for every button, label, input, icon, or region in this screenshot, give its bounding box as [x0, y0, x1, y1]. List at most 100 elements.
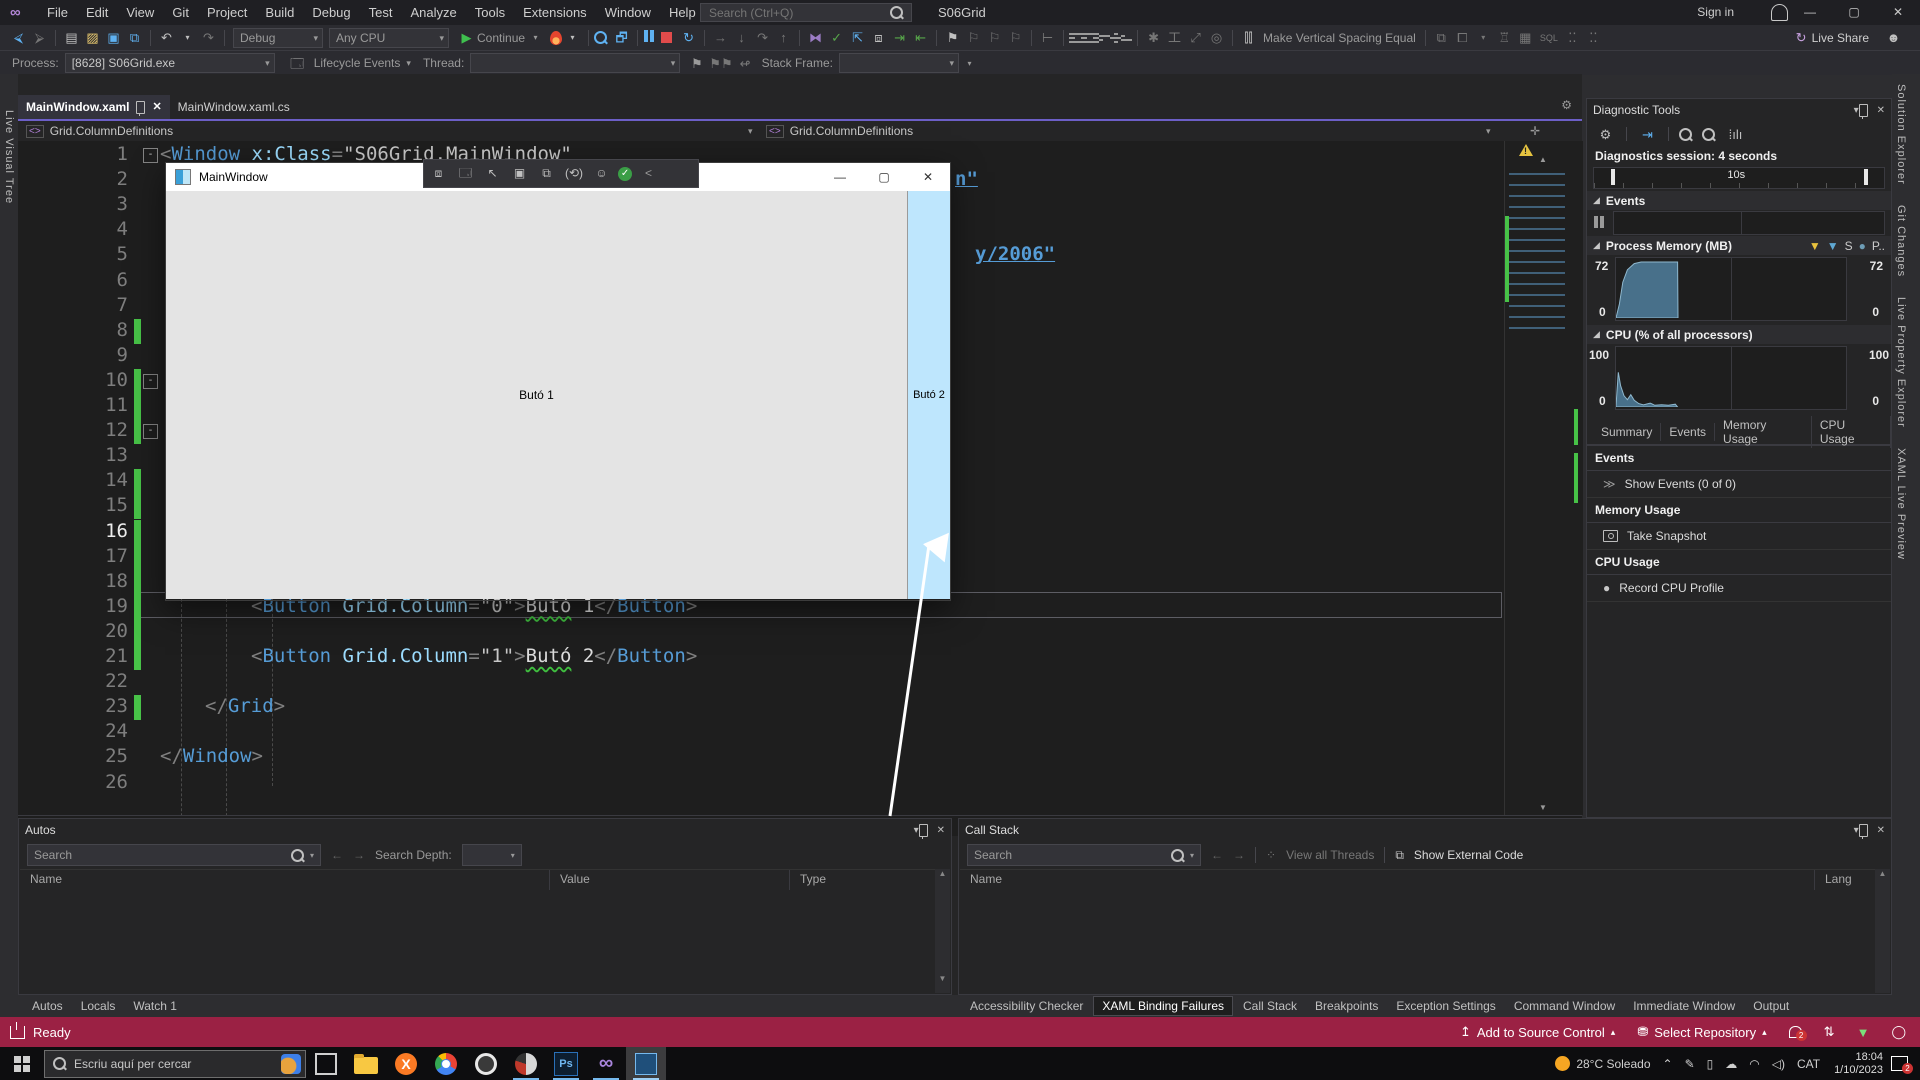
navigate-forward-icon[interactable]: ⮚ [31, 29, 48, 46]
diagnostic-tools-header[interactable]: Diagnostic Tools ▾ ✕ [1587, 99, 1891, 121]
menu-item[interactable]: Git [163, 0, 198, 25]
notifications-button[interactable]: 2 [1789, 1026, 1802, 1038]
menu-item[interactable]: Extensions [514, 0, 596, 25]
sign-in-button[interactable]: Sign in [1697, 0, 1734, 25]
hierarchy-icon[interactable]: ♖ [1496, 29, 1513, 46]
weather-text[interactable]: 28°C Soleado [1576, 1057, 1650, 1071]
search-input[interactable] [700, 3, 912, 22]
show-flagged-icon[interactable]: ⚑⚑ [709, 55, 732, 72]
zoom-out-icon[interactable] [1702, 128, 1715, 141]
menu-item[interactable]: Tools [466, 0, 514, 25]
battery-icon[interactable]: ▯ [1707, 1057, 1714, 1071]
close-button[interactable]: ✕ [1876, 0, 1920, 25]
split-editor-icon[interactable]: ✛ [1530, 124, 1540, 138]
diagnostic-tab[interactable]: Summary [1593, 423, 1661, 441]
menu-item[interactable]: Build [256, 0, 303, 25]
menu-item[interactable]: Project [198, 0, 256, 25]
undo-icon[interactable]: ↶ [158, 29, 175, 46]
breadcrumb-left-dropdown-icon[interactable]: ▾ [748, 126, 753, 137]
scroll-down-icon[interactable]: ▼ [1539, 803, 1547, 812]
right-strip-tab[interactable]: Git Changes [1892, 195, 1910, 287]
panel-close-icon[interactable]: ✕ [937, 825, 945, 836]
start-button[interactable] [14, 1056, 30, 1072]
diagnostic-tab[interactable]: CPU Usage [1812, 416, 1891, 448]
close-tab-icon[interactable]: ✕ [152, 95, 161, 119]
zoom-context-icon[interactable]: ◎ [1208, 29, 1225, 46]
go-to-live-visual-tree-icon[interactable]: ⧈ [430, 165, 447, 182]
events-section-header[interactable]: ◢Events [1587, 191, 1891, 210]
align-bottom-icon[interactable] [1121, 35, 1132, 41]
diagnostic-tab[interactable]: Memory Usage [1715, 416, 1812, 448]
flag-threads-icon[interactable]: ⚑ [688, 55, 705, 72]
chrome-icon[interactable] [426, 1047, 466, 1080]
take-snapshot-link[interactable]: Take Snapshot [1587, 523, 1891, 550]
autos-scrollbar[interactable]: ▲▼ [935, 869, 950, 993]
hot-reload-dropdown-icon[interactable]: ▾ [564, 29, 581, 46]
buto1-button[interactable]: Butó 1 [166, 191, 908, 599]
solution-config-dropdown[interactable]: Debug▾ [233, 28, 323, 48]
editor-scrollbar-map[interactable]: ▲ ▼ [1504, 141, 1583, 815]
vertical-spacing-icon[interactable]: ⫿⫿ [1240, 29, 1257, 46]
align-middle-icon[interactable] [1110, 33, 1121, 43]
stack-frame-dropdown[interactable]: ▾ [839, 53, 959, 73]
toolbar-overflow-icon[interactable]: ▾ [961, 55, 978, 72]
break-all-icon[interactable] [643, 30, 655, 45]
diagnostic-tab[interactable]: Events [1661, 423, 1715, 441]
cpu-section-header[interactable]: ◢CPU (% of all processors) [1587, 325, 1891, 344]
pin-tab-icon[interactable] [136, 101, 145, 114]
menu-item[interactable]: Help [660, 0, 705, 25]
search-depth-dropdown[interactable]: ▾ [462, 844, 522, 866]
undo-dropdown-icon[interactable]: ▾ [179, 29, 196, 46]
bottom-tab[interactable]: Locals [73, 997, 124, 1015]
taskbar-search[interactable]: Escriu aquí per cercar [44, 1050, 306, 1078]
column-type[interactable]: Type [790, 870, 936, 890]
panel-pin-icon[interactable] [1859, 824, 1868, 837]
vertical-spacing-label[interactable]: Make Vertical Spacing Equal [1263, 31, 1416, 45]
panel-pin-icon[interactable] [919, 824, 928, 837]
pen-icon[interactable]: ✎ [1685, 1057, 1695, 1071]
tab-mainwindow-xaml[interactable]: MainWindow.xaml ✕ [18, 95, 170, 119]
action-center-icon[interactable]: 2 [1891, 1056, 1908, 1071]
live-share-label[interactable]: Live Share [1812, 31, 1869, 45]
visual-studio-icon[interactable]: ∞ [586, 1047, 626, 1080]
display-layout-adorners-icon[interactable]: ▣ [511, 165, 528, 182]
continue-button[interactable]: ▶ Continue ▾ [456, 29, 546, 46]
column-lang[interactable]: Lang [1815, 870, 1876, 890]
tab-mainwindow-xaml-cs[interactable]: MainWindow.xaml.cs [170, 95, 298, 119]
save-all-icon[interactable]: ⧉ [126, 29, 143, 46]
menu-item[interactable]: Test [360, 0, 402, 25]
grid-icon[interactable]: ▦ [1517, 29, 1534, 46]
pause-events-icon[interactable] [1593, 216, 1605, 231]
xampp-icon[interactable]: X [386, 1047, 426, 1080]
thread-dropdown[interactable]: ▾ [470, 53, 680, 73]
step-over-icon[interactable]: ↷ [754, 29, 771, 46]
autos-search-input[interactable]: Search ▾ [27, 844, 321, 866]
add-to-source-control-button[interactable]: ↥ Add to Source Control▴ [1460, 1024, 1615, 1040]
diagnostics-timeline[interactable]: 10s [1593, 167, 1885, 189]
screenshot-icon[interactable]: 🗔 [457, 165, 474, 182]
ungroup-icon[interactable]: ⧠ [1454, 29, 1471, 46]
onedrive-cloud-icon[interactable]: ☁ [1725, 1057, 1737, 1071]
spacing-group2-icon[interactable]: ⁚⁚ [1585, 29, 1602, 46]
menu-item[interactable]: File [38, 0, 77, 25]
bottom-tab[interactable]: Call Stack [1235, 997, 1305, 1015]
callstack-scrollbar[interactable]: ▲ [1875, 869, 1890, 993]
panel-dropdown-icon[interactable]: ▾ [914, 825, 919, 836]
live-visual-tree-tab[interactable]: Live Visual Tree [0, 100, 18, 214]
clock[interactable]: 18:041/10/2023 [1834, 1051, 1883, 1077]
memory-section-header[interactable]: ◢Process Memory (MB) ▼ ▼ S ● P.. [1587, 236, 1891, 255]
hot-reload-icon[interactable] [550, 31, 562, 45]
browser-icon[interactable] [506, 1047, 546, 1080]
next-bookmark-icon[interactable]: ⚐ [986, 29, 1003, 46]
accessibility-checker-icon[interactable]: ☺ [593, 165, 610, 182]
breadcrumb-left[interactable]: Grid.ColumnDefinitions [50, 124, 173, 138]
bottom-tab[interactable]: XAML Binding Failures [1093, 996, 1233, 1016]
bottom-tab[interactable]: Watch 1 [125, 997, 185, 1015]
fit-to-size-icon[interactable]: ⤢ [1187, 29, 1204, 46]
callstack-header[interactable]: Call Stack ▾ ✕ [959, 819, 1891, 841]
enable-selection-icon[interactable]: ↖ [484, 165, 501, 182]
column-name[interactable]: Name [960, 870, 1815, 890]
bottom-tab[interactable]: Output [1745, 997, 1797, 1015]
step-into-icon[interactable]: ↓ [733, 29, 750, 46]
show-next-statement-icon[interactable]: → [712, 29, 729, 46]
